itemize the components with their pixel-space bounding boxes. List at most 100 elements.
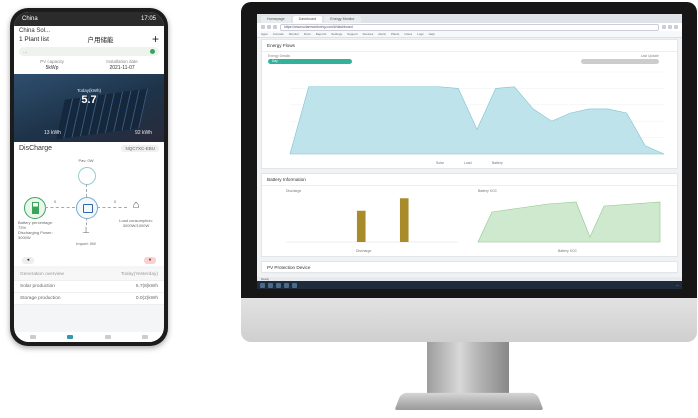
bookmark-item[interactable]: Help [429,32,435,36]
browser-icon[interactable] [284,282,289,288]
battery-icon[interactable] [24,197,46,219]
system-tray: ⋯ [676,283,679,287]
pv-label: Pav: 0W [78,158,94,163]
discharge-bar [399,198,409,242]
app-header: China Sol... 1 Plant list 户用储能 + … PV ca… [14,26,164,74]
browser-tab-bar: Homepage Dashboard Energy Monitor [257,14,682,23]
monitor-chin [241,298,697,342]
notice-text: … [23,49,28,54]
alert-button[interactable]: ● [144,257,156,264]
today-caption: Today(kWh) [76,88,101,93]
generation-table: Generation overview Today(Yesterday) Sola… [14,269,164,305]
discharge-title: DisCharge [19,145,53,152]
url-input[interactable]: https://www.solarmonitoring.com/#/dashbo… [280,23,659,31]
notice-banner[interactable]: … [19,47,159,56]
home-icon[interactable]: ⌂ [128,199,144,215]
add-icon[interactable]: + [152,33,159,45]
pv-line [86,184,87,197]
battery-soc-chart: Battery SOC Battery SOC [477,189,661,253]
bookmark-item[interactable]: Monitor [289,32,299,36]
load-label: Load consumption: 3000W/1000W [119,218,153,228]
energy-title: Energy Flows [262,40,677,52]
discharge-bar [356,210,366,242]
monitor-stand-neck [427,342,509,394]
bookmark-item[interactable]: Settings [331,32,342,36]
chart-label: Discharge [286,189,301,193]
dashboard-content: Energy Flows Energy Details Day Last Upd… [261,39,678,277]
power-value: 5.7 [81,94,97,106]
extension-icon[interactable] [662,25,666,29]
bottom-nav [14,332,164,342]
nav-buttons [261,25,277,29]
solar-panel-image: Today(kWh) 5.7 13 kWh 92 kWh [14,74,164,142]
discharge-bar: DisCharge NQC7XC-EBU [14,142,164,155]
battery-info-card: Battery Information Discharge Discharge B… [261,173,678,257]
explorer-icon[interactable] [276,282,281,288]
pv-capacity: PV capacity 5kWp [40,59,64,71]
extension-icons [662,25,678,29]
flow-buttons: ◂ ● [14,255,164,266]
bookmark-item[interactable]: Alerts [378,32,386,36]
back-icon[interactable] [261,25,265,29]
load-line [97,207,127,208]
nav-profile-icon[interactable] [142,335,149,339]
soc-area-series [477,201,661,243]
bookmark-item[interactable]: Docs [304,32,311,36]
forward-icon[interactable] [267,25,271,29]
discharge-bar-chart: Discharge Discharge [286,189,458,253]
bookmark-item[interactable]: Apps [261,32,268,36]
clock-label: 17:05 [140,16,156,22]
nav-home-icon[interactable] [29,335,36,339]
energy-area-chart: Solar Load Battery [289,71,665,165]
bookmark-item[interactable]: Reports [316,32,327,36]
grid-tower-icon[interactable]: ⊥ [80,225,92,237]
bookmark-item[interactable]: Plants [391,32,399,36]
start-icon[interactable] [260,282,265,288]
plant-info: PV capacity 5kWp Installation date 2021-11… [19,59,159,71]
install-date: Installation date 2021-11-07 [106,59,138,71]
load-flow-value: 0 [114,199,117,204]
left-stat: 13 kWh [44,130,61,136]
monitor-stand-base [394,392,544,410]
location-label: China Sol... [19,28,51,34]
extension-icon[interactable] [668,25,672,29]
device-select[interactable]: NQC7XC-EBU [121,145,159,152]
phone-screen: China 17:05 China Sol... 1 Plant list 户用… [14,12,164,342]
prev-button[interactable]: ◂ [22,257,34,264]
browser-tab[interactable]: Homepage [261,16,291,23]
browser-tab[interactable]: Energy Monitor [324,16,361,23]
nav-device-icon[interactable] [104,335,111,339]
last-update-label: Last Update [640,54,659,58]
bookmark-item[interactable]: Console [273,32,284,36]
pv-icon[interactable] [78,167,96,185]
bookmark-item[interactable]: Devices [363,32,374,36]
windows-taskbar: ⋯ [257,281,682,289]
status-dot-icon [150,49,155,54]
browser-tab-active[interactable]: Dashboard [292,16,323,23]
legend-entry: Load [464,161,472,165]
right-stat: 92 kWh [135,130,152,136]
date-range-selector[interactable] [581,59,659,64]
battery-label: Battery percentage: 73% Discharging Powe… [18,220,53,240]
bookmark-item[interactable]: Support [347,32,358,36]
protection-title: PV Protection Device [262,262,677,274]
address-bar: https://www.solarmonitoring.com/#/dashbo… [257,23,682,31]
solar-area-series [289,86,665,155]
grid-label: Import: 0W [76,241,96,246]
bookmark-item[interactable]: Logs [417,32,424,36]
menu-icon[interactable] [674,25,678,29]
app-icon[interactable] [292,282,297,288]
bookmark-item[interactable]: Users [404,32,412,36]
monitor-screen: Homepage Dashboard Energy Monitor https:… [257,14,682,289]
phone-status-bar: China 17:05 [14,12,164,26]
legend-entry: Battery [492,161,503,165]
reload-icon[interactable] [273,25,277,29]
bookmarks-bar: Apps Console Monitor Docs Reports Settings Sup… [257,31,682,38]
search-icon[interactable] [268,282,273,288]
legend-entry: Solar [436,161,445,165]
day-selector[interactable]: Day [268,59,352,64]
nav-plant-icon[interactable] [67,335,74,339]
energy-flows-card: Energy Flows Energy Details Day Last Upd… [261,39,678,169]
plant-list-link[interactable]: 1 Plant list [19,36,49,43]
inverter-icon[interactable] [76,197,98,219]
